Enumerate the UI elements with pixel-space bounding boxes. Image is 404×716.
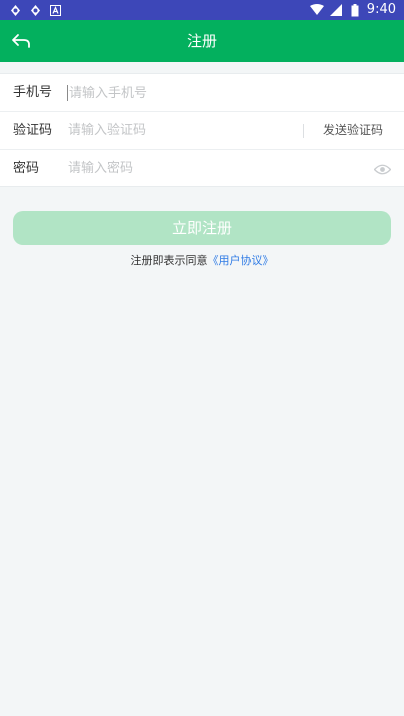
agreement-prefix: 注册即表示同意 — [130, 254, 208, 267]
battery-icon — [348, 3, 362, 17]
phone-label: 手机号 — [13, 85, 53, 100]
page-title: 注册 — [186, 32, 217, 50]
code-row: 验证码 发送验证码 — [0, 112, 404, 150]
divider — [303, 124, 304, 138]
eye-icon — [373, 164, 391, 174]
status-bar-right: 9:40 — [309, 2, 396, 18]
signal-icon — [329, 3, 343, 17]
text-a-icon — [48, 3, 62, 17]
agreement-text: 注册即表示同意《用户协议》 — [0, 252, 404, 268]
back-button[interactable] — [6, 26, 36, 56]
sync-icon — [8, 3, 22, 17]
app-bar: 注册 — [0, 20, 404, 62]
wifi-icon — [309, 3, 324, 17]
password-visibility-toggle[interactable] — [373, 160, 391, 178]
register-form: 手机号 验证码 发送验证码 密码 — [0, 73, 404, 187]
password-row: 密码 — [0, 150, 404, 187]
send-code-button[interactable]: 发送验证码 — [323, 112, 383, 149]
user-agreement-link[interactable]: 《用户协议》 — [208, 254, 274, 267]
phone-input[interactable] — [67, 85, 289, 101]
code-input[interactable] — [68, 118, 288, 143]
status-bar-left — [8, 2, 62, 18]
register-button[interactable]: 立即注册 — [13, 211, 391, 245]
phone-row: 手机号 — [0, 74, 404, 112]
password-input[interactable] — [68, 156, 288, 181]
password-label: 密码 — [13, 161, 40, 176]
code-label: 验证码 — [13, 123, 53, 138]
status-bar: 9:40 — [0, 0, 404, 20]
status-time: 9:40 — [366, 2, 396, 17]
back-arrow-icon — [12, 34, 30, 48]
sync-icon — [28, 3, 42, 17]
